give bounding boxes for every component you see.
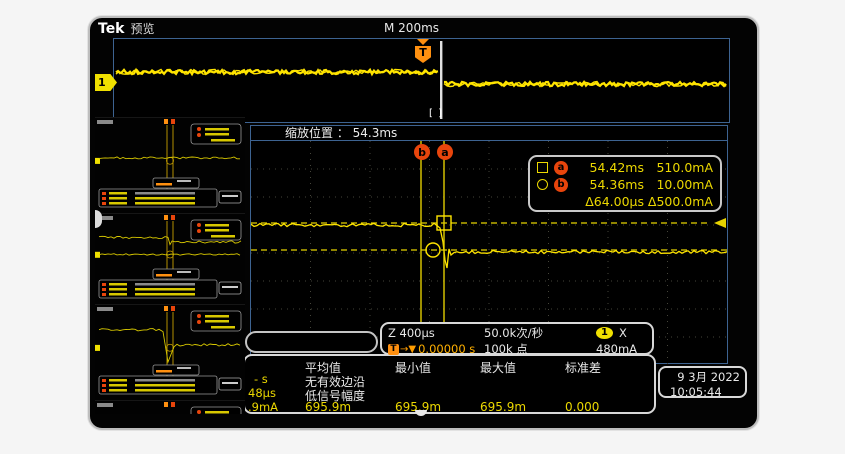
history-thumbnail-3[interactable] [95,304,245,400]
column-header-min: 最小值 [395,359,431,376]
trigger-position-arrow-icon[interactable] [417,39,429,45]
trigger-delay-icon: T [388,344,399,355]
circle-cursor-icon [537,179,548,190]
vertical-scale-readout: 480mA [596,341,646,357]
history-thumbnail-2[interactable] [95,213,245,304]
channel-scale-cell: 1 X [596,325,646,341]
cursor-b-time: 54.36ms [568,177,644,192]
measurement-table: 平均值 最小值 最大值 标准差 无有效边沿 低信号幅度 - s 48μs .9m… [243,354,656,414]
acquisition-mode-label: 预览 [131,22,155,36]
main-timebase-readout: M 200ms [384,21,439,35]
cursor-delta-time: Δ64.00μs [568,194,644,209]
cursor-delta-amplitude: Δ500.0mA [644,194,713,209]
zoom-position-readout: 缩放位置 ： 54.3ms [251,126,727,141]
tek-logo: Tek 预览 [98,20,155,37]
cursor-a-badge: a [554,161,568,175]
triangle-down-icon: ▼ [408,344,416,355]
trigger-delay-value: 0.00000 s [418,342,475,356]
history-thumbnail-1[interactable] [95,117,245,213]
acquisition-status-box: Z 400μs 50.0k次/秒 1 X T → ▼ 0.00000 s 100… [380,322,654,355]
cursor-a-row: a 54.42ms 510.0mA [537,159,713,176]
stat-stddev: 0.000 [565,400,599,414]
datetime-box: 9 3月 2022 10:05:44 [658,366,747,398]
cursor-a-badge-label: a [441,146,448,159]
horizontal-readout-box [245,331,378,353]
arrow-right-icon: → [400,344,408,355]
time-readout: 10:05:44 [660,385,745,399]
square-cursor-icon [537,162,548,173]
thumb-header-bar [97,307,113,311]
stat-max: 695.9m [480,400,526,414]
zoom-window-bracket-icon: [ ] [429,108,443,119]
cursor-b-amplitude: 10.00mA [644,177,713,192]
acquisition-rate-readout: 50.0k次/秒 [484,325,596,341]
measurement-value-partial-2: 48μs [248,386,276,400]
thumb-header-bar [97,403,113,407]
measurement-value-partial-1: - s [254,372,268,386]
trigger-delay-cell: T → ▼ 0.00000 s [388,341,484,357]
cursor-readout-box: a 54.42ms 510.0mA b 54.36ms 10.00mA Δ64.… [528,155,722,212]
thumb-trigger-dot [164,402,168,407]
brand-text: Tek [98,21,125,37]
channel-coupling-symbol: X [619,326,627,340]
history-thumbnail-strip[interactable] [95,117,245,414]
date-readout: 9 3月 2022 [660,368,745,385]
cursor-b-badge-label: b [418,146,426,159]
cursor-b-row: b 54.36ms 10.00mA [537,176,713,193]
cursor-a-time: 54.42ms [568,160,644,175]
stat-mean: 695.9m [305,400,351,414]
record-length-readout: 100k 点 [484,341,596,357]
column-header-stddev: 标准差 [565,359,601,376]
cursor-level-arrow-icon [714,218,726,228]
cursor-a-amplitude: 510.0mA [644,160,713,175]
cursor-b-badge: b [554,178,568,192]
channel-1-badge[interactable]: 1 [596,327,613,339]
zoom-scale-readout: Z 400μs [388,325,484,341]
thumb-header-bar [97,120,113,124]
oscilloscope-screenshot: Tek预览 M 200ms 1 T [ ] 缩放位置 ： 54.3ms ba a… [0,0,845,454]
thumb-trigger-dot [164,306,168,311]
history-thumbnail-4[interactable] [95,400,245,414]
thumb-trace [99,157,240,159]
cursor-delta-row: Δ64.00μs Δ500.0mA [537,193,713,210]
column-header-max: 最大值 [480,359,516,376]
thumb-trace [99,329,240,362]
thumb-trigger-dot [164,119,168,124]
thumb-channel-marker [95,345,100,351]
measurement-value-partial-3: .9mA [248,400,278,414]
thumb-trigger-dot [164,215,168,220]
